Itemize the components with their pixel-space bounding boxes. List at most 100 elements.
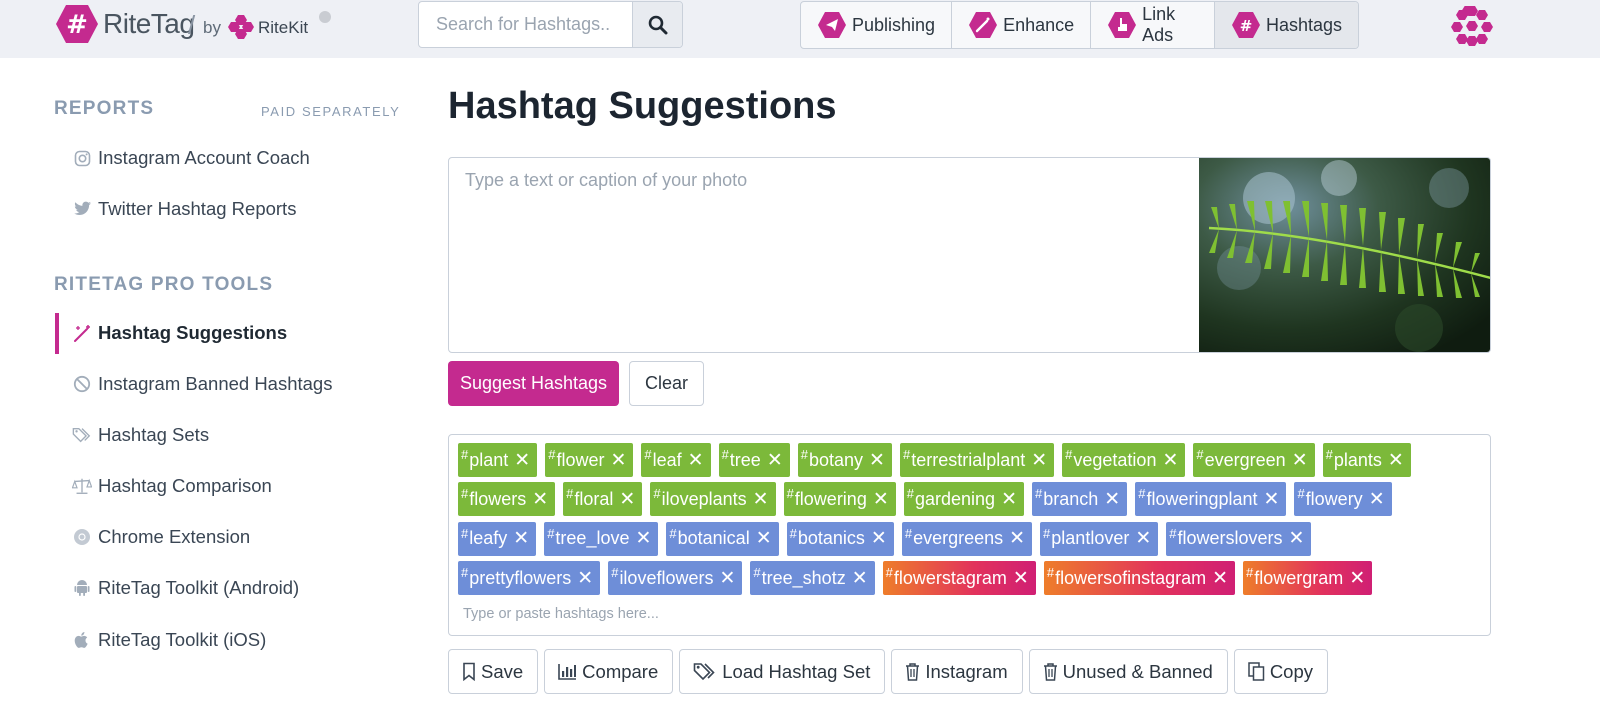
- brand-name[interactable]: RiteTag: [103, 8, 195, 40]
- ban-icon: [72, 374, 92, 394]
- save-button[interactable]: Save: [448, 649, 539, 694]
- remove-tag-icon[interactable]: ✕: [577, 569, 593, 588]
- remove-tag-icon[interactable]: ✕: [852, 569, 868, 588]
- hashtag-chip[interactable]: # plantlover ✕: [1040, 521, 1159, 556]
- remove-tag-icon[interactable]: ✕: [532, 490, 548, 509]
- hash-symbol: #: [653, 486, 661, 502]
- hashtag-chip[interactable]: # iloveplants ✕: [650, 482, 776, 517]
- copy-button[interactable]: Copy: [1233, 649, 1329, 694]
- hashtag-chip[interactable]: # terrestrialplant ✕: [899, 443, 1055, 477]
- tag-input-placeholder[interactable]: Type or paste hashtags here...: [463, 606, 659, 622]
- instagram-button[interactable]: Instagram: [891, 649, 1023, 694]
- remove-tag-icon[interactable]: ✕: [1289, 529, 1305, 548]
- sidebar-item-hashtag-sets[interactable]: Hashtag Sets: [72, 420, 209, 450]
- product-nav: Publishing Enhance Link Ads # Hashtags: [800, 1, 1359, 49]
- remove-tag-icon[interactable]: ✕: [756, 529, 772, 548]
- remove-tag-icon[interactable]: ✕: [1009, 529, 1025, 548]
- hashtag-chip[interactable]: # flower ✕: [545, 443, 634, 477]
- hash-symbol: #: [800, 447, 808, 462]
- hashtag-chip[interactable]: # tree_love ✕: [544, 521, 659, 556]
- hashtag-chip[interactable]: # plant ✕: [458, 443, 538, 477]
- sidebar-item-instagram-banned-hashtags[interactable]: Instagram Banned Hashtags: [72, 369, 332, 399]
- hashtag-text: botany: [808, 449, 864, 470]
- sidebar-item-toolkit-android[interactable]: RiteTag Toolkit (Android): [72, 573, 299, 603]
- hashtag-chip[interactable]: # leaf ✕: [641, 443, 711, 477]
- unused-banned-button[interactable]: Unused & Banned: [1028, 649, 1228, 694]
- remove-tag-icon[interactable]: ✕: [1212, 569, 1228, 588]
- hashtag-chip[interactable]: # flowers ✕: [458, 482, 556, 517]
- ritekit-logo-icon[interactable]: [228, 14, 254, 40]
- hashtag-chip[interactable]: # flowerslovers ✕: [1166, 521, 1312, 556]
- remove-tag-icon[interactable]: ✕: [688, 451, 704, 470]
- remove-tag-icon[interactable]: ✕: [1001, 490, 1017, 509]
- sidebar-item-toolkit-ios[interactable]: RiteTag Toolkit (iOS): [72, 625, 266, 655]
- hashtag-chip[interactable]: # flowering ✕: [783, 482, 896, 517]
- hashtag-chip[interactable]: # botany ✕: [797, 443, 892, 477]
- hash-symbol: #: [904, 525, 913, 541]
- hashtag-input-box[interactable]: # plant ✕ # flower ✕ # leaf ✕ # tree ✕ # botany ✕ # terr…: [448, 434, 1491, 636]
- hashtag-chip[interactable]: # floweringplant ✕: [1135, 482, 1287, 517]
- load-hashtag-set-button[interactable]: Load Hashtag Set: [679, 649, 886, 694]
- hashtag-chip[interactable]: # tree_shotz ✕: [750, 561, 875, 596]
- caption-input[interactable]: [449, 158, 1199, 352]
- nav-enhance[interactable]: Enhance: [952, 2, 1092, 48]
- remove-tag-icon[interactable]: ✕: [1264, 490, 1280, 509]
- hashtag-chip[interactable]: # leafy ✕: [458, 521, 537, 556]
- sidebar-item-hashtag-comparison[interactable]: Hashtag Comparison: [72, 471, 272, 501]
- remove-tag-icon[interactable]: ✕: [753, 490, 769, 509]
- hashtag-chip[interactable]: # evergreen ✕: [1193, 443, 1315, 477]
- hashtag-chip[interactable]: # gardening ✕: [903, 482, 1024, 517]
- sidebar-item-chrome-extension[interactable]: Chrome Extension: [72, 522, 250, 552]
- suggest-hashtags-button[interactable]: Suggest Hashtags: [448, 361, 619, 406]
- remove-tag-icon[interactable]: ✕: [767, 451, 783, 470]
- ritetag-logo-icon[interactable]: #: [55, 4, 99, 44]
- nav-hashtags[interactable]: # Hashtags: [1214, 2, 1358, 48]
- remove-tag-icon[interactable]: ✕: [514, 451, 530, 470]
- sidebar-item-hashtag-suggestions[interactable]: Hashtag Suggestions: [72, 318, 287, 348]
- remove-tag-icon[interactable]: ✕: [1162, 451, 1178, 470]
- remove-tag-icon[interactable]: ✕: [619, 490, 635, 509]
- remove-tag-icon[interactable]: ✕: [1104, 490, 1120, 509]
- remove-tag-icon[interactable]: ✕: [1292, 451, 1308, 470]
- hashtag-chip[interactable]: # flowersofinstagram ✕: [1043, 561, 1236, 596]
- hashtag-chip[interactable]: # branch ✕: [1032, 482, 1128, 517]
- clear-button[interactable]: Clear: [629, 361, 704, 406]
- hashtag-chip[interactable]: # flowerstagram ✕: [882, 561, 1036, 596]
- compare-button[interactable]: Compare: [544, 649, 674, 694]
- hashtag-chip[interactable]: # vegetation ✕: [1062, 443, 1186, 477]
- sidebar-item-instagram-account-coach[interactable]: Instagram Account Coach: [72, 143, 310, 173]
- nav-publishing[interactable]: Publishing: [801, 2, 953, 48]
- sidebar-item-twitter-hashtag-reports[interactable]: Twitter Hashtag Reports: [72, 194, 296, 224]
- hashtag-chip[interactable]: # botanics ✕: [786, 521, 894, 556]
- hashtag-chip[interactable]: # evergreens ✕: [901, 521, 1033, 556]
- hashtag-chip[interactable]: # tree ✕: [718, 443, 790, 477]
- remove-tag-icon[interactable]: ✕: [1135, 529, 1151, 548]
- remove-tag-icon[interactable]: ✕: [869, 451, 885, 470]
- remove-tag-icon[interactable]: ✕: [610, 451, 626, 470]
- remove-tag-icon[interactable]: ✕: [1031, 451, 1047, 470]
- hashtag-chip[interactable]: # floral ✕: [563, 482, 643, 517]
- search-button[interactable]: [632, 2, 682, 47]
- search-input[interactable]: [419, 2, 632, 47]
- remove-tag-icon[interactable]: ✕: [513, 529, 529, 548]
- hashtag-chip[interactable]: # prettyflowers ✕: [458, 561, 601, 596]
- hash-symbol: #: [1169, 525, 1177, 541]
- hashtag-chip[interactable]: # botanical ✕: [666, 521, 779, 556]
- remove-tag-icon[interactable]: ✕: [1369, 490, 1385, 509]
- hashtag-chip[interactable]: # flowergram ✕: [1243, 561, 1373, 596]
- remove-tag-icon[interactable]: ✕: [1388, 451, 1404, 470]
- hashtag-chip[interactable]: # flowery ✕: [1294, 482, 1392, 517]
- remove-tag-icon[interactable]: ✕: [871, 529, 887, 548]
- remove-tag-icon[interactable]: ✕: [719, 569, 735, 588]
- ritekit-name[interactable]: RiteKit: [258, 18, 308, 38]
- remove-tag-icon[interactable]: ✕: [1349, 569, 1365, 588]
- remove-tag-icon[interactable]: ✕: [873, 490, 889, 509]
- hashtag-chip[interactable]: # iloveflowers ✕: [608, 561, 743, 596]
- nav-link-ads[interactable]: Link Ads: [1091, 2, 1215, 48]
- remove-tag-icon[interactable]: ✕: [635, 529, 651, 548]
- remove-tag-icon[interactable]: ✕: [1013, 569, 1029, 588]
- hashtag-chip[interactable]: # plants ✕: [1322, 443, 1411, 477]
- hashtag-text: botanics: [797, 528, 865, 549]
- uploaded-photo[interactable]: [1199, 158, 1491, 352]
- account-menu-icon[interactable]: [1451, 6, 1493, 48]
